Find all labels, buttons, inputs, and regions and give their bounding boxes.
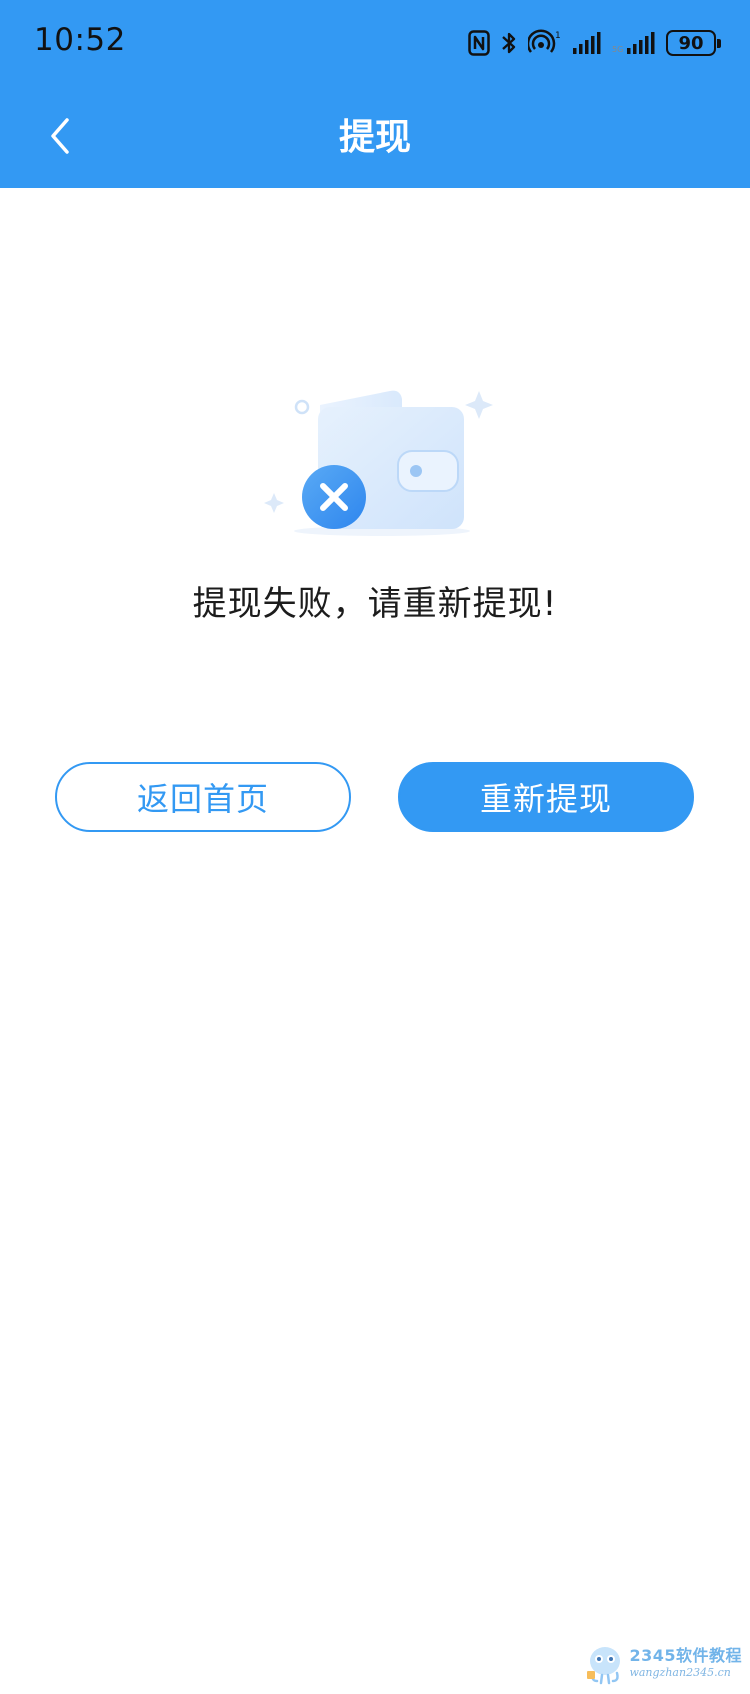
mascot-logo [587,1647,621,1685]
retry-withdraw-button[interactable]: 重新提现 [398,762,694,832]
nav-bar: 提现 [0,86,750,188]
screen: 10:52 1 5G 90 提现 提现失败，请重新提现! 返回首页 重新提现 2… [0,0,750,1694]
wallet-failed-icon [250,385,500,545]
back-home-button[interactable]: 返回首页 [55,762,351,832]
result-message: 提现失败，请重新提现! [192,584,558,624]
hotspot-icon: 1 [528,29,562,57]
status-icons: 1 5G 90 [468,26,721,60]
status-bar: 10:52 1 5G 90 [0,0,750,86]
battery-icon: 90 [666,30,721,56]
battery-level: 90 [678,32,704,54]
svg-text:5G: 5G [612,45,623,54]
bluetooth-icon [500,30,518,56]
watermark-title: 2345软件教程 [629,1646,742,1665]
status-time: 10:52 [34,22,126,58]
signal-5g-icon: 5G [612,31,656,55]
watermark-url: wangzhan2345.cn [629,1666,731,1679]
signal-icon [572,31,602,55]
nfc-icon [468,30,490,56]
header: 10:52 1 5G 90 提现 [0,0,750,188]
watermark: 2345软件教程 wangzhan2345.cn [585,1638,742,1688]
page-title: 提现 [338,117,411,158]
svg-text:1: 1 [555,31,561,41]
watermark-text: 2345软件教程 wangzhan2345.cn [629,1646,742,1679]
